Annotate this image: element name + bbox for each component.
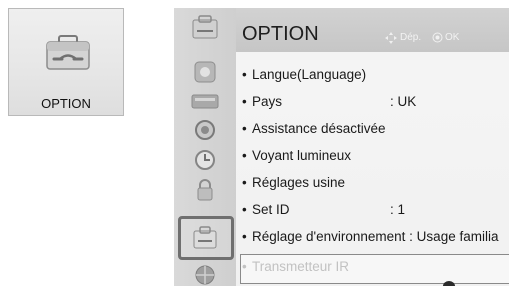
option-panel: OPTION Dép. OK • Langue(Language) • Pays :… bbox=[236, 8, 509, 286]
scroll-down-icon[interactable] bbox=[442, 278, 456, 286]
menu-item-label: Pays bbox=[252, 94, 283, 109]
menu-item-value: : UK bbox=[390, 94, 417, 109]
network-icon[interactable] bbox=[187, 261, 223, 286]
tile-label: OPTION bbox=[41, 96, 91, 111]
option-tile[interactable]: OPTION bbox=[8, 8, 124, 116]
menu-item-label: Réglage d'environnement : Usage familia bbox=[252, 229, 499, 244]
menu-item-reglages-usine[interactable]: • Réglages usine bbox=[242, 175, 345, 190]
option-icon bbox=[187, 14, 223, 42]
channel-icon[interactable] bbox=[187, 116, 223, 144]
lock-icon[interactable] bbox=[187, 176, 223, 204]
menu-item-environnement[interactable]: • Réglage d'environnement : Usage familia bbox=[242, 229, 498, 244]
menu-item-voyant[interactable]: • Voyant lumineux bbox=[242, 148, 351, 163]
menu-item-transmetteur-ir: • Transmetteur IR bbox=[242, 259, 350, 274]
ok-button-icon bbox=[432, 32, 443, 43]
audio-icon[interactable] bbox=[187, 87, 223, 115]
dpad-icon bbox=[385, 32, 397, 44]
menu-header: OPTION Dép. OK bbox=[236, 8, 509, 52]
menu-item-label: Transmetteur IR bbox=[252, 259, 350, 274]
category-rail bbox=[174, 8, 236, 286]
toolbox-icon bbox=[46, 35, 90, 70]
ok-hint-label: OK bbox=[445, 32, 460, 43]
menu-item-langue[interactable]: • Langue(Language) bbox=[242, 67, 366, 82]
menu-item-label: Voyant lumineux bbox=[252, 148, 352, 163]
option-icon[interactable] bbox=[187, 224, 223, 252]
menu-item-assistance[interactable]: • Assistance désactivée bbox=[242, 121, 386, 136]
picture-icon[interactable] bbox=[187, 58, 223, 86]
menu-item-value: : 1 bbox=[390, 202, 406, 217]
menu-item-label: Langue(Language) bbox=[252, 67, 367, 82]
menu-item-label: Assistance désactivée bbox=[252, 121, 386, 136]
page-title: OPTION bbox=[242, 23, 319, 45]
move-hint-label: Dép. bbox=[400, 32, 422, 43]
time-icon[interactable] bbox=[187, 146, 223, 174]
menu-item-label: Réglages usine bbox=[252, 175, 346, 190]
menu-item-label: Set ID bbox=[252, 202, 290, 217]
menu-item-set-id[interactable]: • Set ID : 1 bbox=[242, 202, 442, 217]
tv-option-menu: OPTION Dép. OK • Langue(Language) • Pays :… bbox=[174, 8, 509, 286]
menu-item-pays[interactable]: • Pays : UK bbox=[242, 94, 442, 109]
